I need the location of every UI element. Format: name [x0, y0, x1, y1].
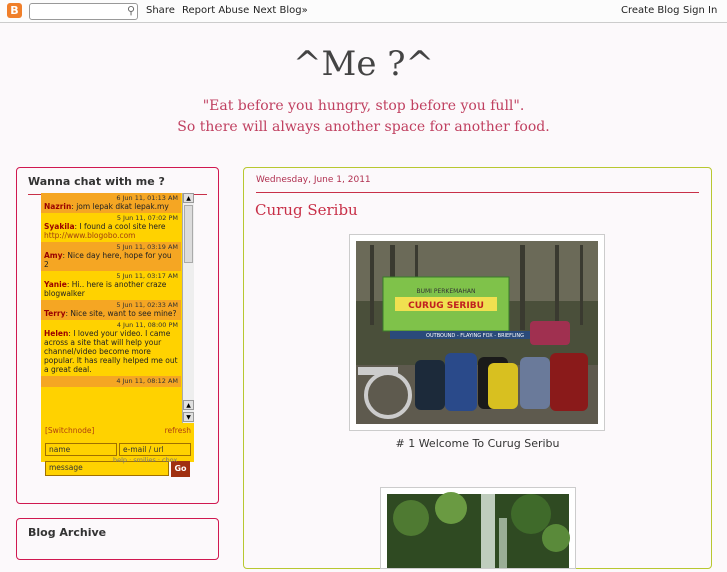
chat-message-nick[interactable]: Amy: [44, 251, 63, 260]
chat-message-time: 4 Jun 11, 08:00 PM: [116, 321, 178, 329]
main-post-area: Wednesday, June 1, 2011 Curug Seribu BUM…: [243, 167, 712, 569]
chat-message: 4 Jun 11, 08:12 AM: [41, 376, 181, 387]
blog-archive-title: Blog Archive: [28, 526, 107, 539]
chat-message-nick[interactable]: Terry: [44, 309, 66, 318]
share-link[interactable]: Share: [146, 5, 175, 16]
chat-message: 5 Jun 11, 07:02 PM Syakila: I found a co…: [41, 213, 181, 242]
chat-message-time: 6 Jun 11, 01:13 AM: [116, 194, 178, 202]
chat-footer-links[interactable]: help · smilies · cbox: [113, 456, 177, 464]
post-title[interactable]: Curug Seribu: [255, 201, 358, 219]
chat-scrollbar[interactable]: ▲ ▲ ▼: [182, 193, 194, 423]
post-photo-waterfall[interactable]: [380, 487, 576, 569]
chat-message-time: 5 Jun 11, 03:17 AM: [116, 272, 178, 280]
cbox-chat: 6 Jun 11, 01:13 AM Nazrin: jom lepak dka…: [41, 193, 194, 477]
chat-message-nick[interactable]: Syakila: [44, 222, 75, 231]
banner-main-text: CURUG SERIBU: [408, 301, 484, 311]
chat-message-nick[interactable]: Helen: [44, 329, 68, 338]
chat-widget-box: Wanna chat with me ? 6 Jun 11, 01:13 AM …: [16, 167, 219, 504]
post-photo-campsite[interactable]: BUMI PERKEMAHAN CURUG SERIBU OUTBOUND - …: [349, 234, 605, 431]
chat-message-text: : Nice day here, hope for you 2: [44, 251, 172, 269]
search-icon[interactable]: ⚲: [127, 4, 135, 17]
sign-in-link[interactable]: Sign In: [683, 5, 717, 16]
campsite-photo-image: BUMI PERKEMAHAN CURUG SERIBU OUTBOUND - …: [356, 241, 598, 424]
chat-controls: [Switchnode] refresh: [45, 426, 191, 435]
chat-message-time: 5 Jun 11, 02:33 AM: [116, 301, 178, 309]
photo-caption: # 1 Welcome To Curug Seribu: [395, 437, 560, 450]
blog-archive-box: Blog Archive: [16, 518, 219, 560]
blog-description: "Eat before you hungry, stop before you …: [0, 96, 727, 138]
blog-description-line2: So there will always another space for a…: [177, 119, 550, 135]
banner-top-text: BUMI PERKEMAHAN: [416, 288, 475, 295]
refresh-link[interactable]: refresh: [165, 426, 191, 435]
chat-message-nick[interactable]: Nazrin: [44, 202, 71, 211]
chat-name-input[interactable]: name: [45, 443, 117, 456]
create-blog-link[interactable]: Create Blog: [621, 5, 680, 16]
chat-message: 5 Jun 11, 03:17 AM Yanie: Hi.. here is a…: [41, 271, 181, 300]
chat-message: 4 Jun 11, 08:00 PM Helen: I loved your v…: [41, 320, 181, 376]
chat-message-text: : Nice site, want to see mine?: [65, 309, 177, 318]
scroll-down-arrow-icon[interactable]: ▼: [183, 412, 194, 422]
blogger-navbar: B ⚲ Share Report Abuse Next Blog» Create…: [0, 0, 727, 23]
post-date: Wednesday, June 1, 2011: [256, 175, 371, 185]
chat-message-time: 5 Jun 11, 07:02 PM: [116, 214, 178, 222]
chat-message-link[interactable]: http://www.blogobo.com: [44, 231, 135, 240]
blogger-logo-icon[interactable]: B: [7, 3, 22, 18]
chat-message-time: 5 Jun 11, 03:19 AM: [116, 243, 178, 251]
chat-message-text: : I found a cool site here: [74, 222, 166, 231]
chat-message: 5 Jun 11, 02:33 AM Terry: Nice site, wan…: [41, 300, 181, 320]
chat-widget-title: Wanna chat with me ?: [28, 175, 165, 188]
report-abuse-link[interactable]: Report Abuse: [182, 5, 249, 16]
switchnode-link[interactable]: [Switchnode]: [45, 426, 94, 435]
scroll-up-arrow-icon[interactable]: ▲: [183, 193, 194, 203]
chat-message-text: : jom lepak dkat lepak.my: [71, 202, 169, 211]
waterfall-photo-image: [387, 492, 570, 568]
chat-email-input[interactable]: e-mail / url: [119, 443, 191, 456]
chat-message-nick[interactable]: Yanie: [44, 280, 67, 289]
blog-description-line1: "Eat before you hungry, stop before you …: [202, 98, 525, 114]
navbar-search-input[interactable]: ⚲: [29, 3, 138, 20]
next-blog-link[interactable]: Next Blog»: [253, 5, 308, 16]
blog-title[interactable]: ^Me ?^: [0, 44, 727, 84]
scroll-up-arrow-icon[interactable]: ▲: [183, 400, 194, 410]
chat-message: 6 Jun 11, 01:13 AM Nazrin: jom lepak dka…: [41, 193, 181, 213]
banner-bottom-text: OUTBOUND - FLAYING FOX - BRIEFLING: [426, 333, 524, 339]
chat-message-time: 4 Jun 11, 08:12 AM: [116, 377, 178, 385]
scrollbar-thumb[interactable]: [184, 205, 193, 263]
chat-message-list[interactable]: 6 Jun 11, 01:13 AM Nazrin: jom lepak dka…: [41, 193, 181, 423]
date-divider: [256, 192, 699, 193]
chat-message: 5 Jun 11, 03:19 AM Amy: Nice day here, h…: [41, 242, 181, 271]
